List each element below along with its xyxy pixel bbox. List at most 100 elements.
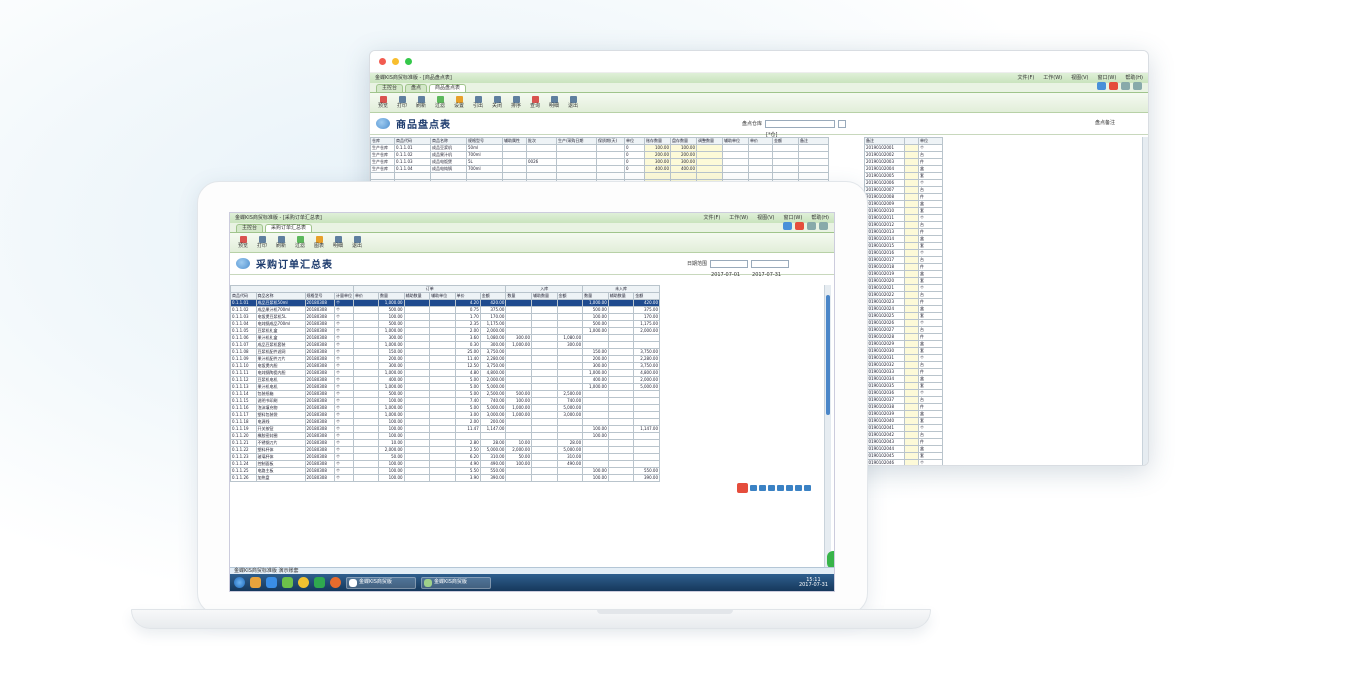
toolbar-button[interactable]: 退出 — [350, 236, 364, 249]
toolbar-button[interactable]: 图表 — [312, 236, 326, 249]
table-row[interactable]: 20190102017 台 — [864, 256, 943, 264]
table-row[interactable]: 20190102044 盒 — [864, 445, 943, 453]
table-row[interactable]: 0.1.1.12 豆浆机电机 20180308 个 400.00 5.00 2,000.00… — [230, 376, 660, 384]
start-button-icon[interactable] — [234, 577, 245, 588]
date-from-input[interactable]: 2017-07-01 — [710, 260, 749, 278]
toolbar-button[interactable]: 预览 — [236, 236, 250, 249]
column-header[interactable]: 生产/采购日期 — [556, 137, 597, 145]
column-header[interactable]: 辅助数量 — [531, 292, 558, 300]
column-header[interactable]: 单位 — [918, 137, 943, 145]
table-row[interactable]: 20190102029 盒 — [864, 340, 943, 348]
column-header[interactable]: 规格型号 — [466, 137, 503, 145]
front-menu-item[interactable]: 工作(W) — [729, 215, 748, 221]
table-row[interactable]: 0.1.1.08 豆浆机配件滤网 20180308 个 150.00 25.00 3,750… — [230, 348, 660, 356]
table-row[interactable]: 20190102023 件 — [864, 298, 943, 306]
table-row[interactable]: 0.1.1.26 加热盘 20180308 个 100.00 3.90 390.00 100.… — [230, 474, 660, 482]
back-menu-item[interactable]: 窗口(W) — [1097, 75, 1116, 81]
column-header[interactable]: 辅助数量 — [607, 292, 635, 300]
toolbar-button[interactable]: 过滤 — [433, 96, 447, 109]
scroll-thumb[interactable] — [826, 295, 830, 415]
table-row[interactable]: 20190102016 个 — [864, 249, 943, 257]
table-row[interactable]: 20190102015 套 — [864, 242, 943, 250]
table-row[interactable]: 0.1.1.21 不锈钢刀片 20180308 个 10.00 2.80 28.00 10.0… — [230, 439, 660, 447]
table-row[interactable]: 0.1.1.05 豆浆机礼盒 20180308 个 1,000.00 2.00 2,000.… — [230, 327, 660, 335]
wrench-icon[interactable] — [804, 485, 811, 491]
column-header[interactable]: 辅助单位 — [722, 137, 749, 145]
column-header[interactable]: 数量 — [505, 292, 533, 300]
table-row[interactable]: 0.1.1.23 玻璃杯体 20180308 个 50.00 6.20 310.00 50.0… — [230, 453, 660, 461]
column-header[interactable]: 金额 — [479, 292, 507, 300]
table-row[interactable]: 20190102036 个 — [864, 389, 943, 397]
back-menu-item[interactable]: 文件(F) — [1018, 75, 1035, 81]
filter-input[interactable]: [*仓] — [765, 120, 836, 138]
column-header[interactable]: 辅助数量 — [403, 292, 431, 300]
column-header[interactable]: 金额 — [556, 292, 584, 300]
toolbar-button[interactable]: 排序 — [509, 96, 523, 109]
taskbar-app[interactable]: 金蝶KIS商贸版 — [421, 576, 491, 589]
chat-icon[interactable] — [750, 485, 757, 491]
help-icon[interactable] — [1097, 82, 1106, 90]
column-header[interactable]: 数量 — [377, 292, 405, 300]
back-tab[interactable]: 盘点 — [405, 84, 428, 92]
table-row[interactable]: 0.1.1.24 控制面板 20180308 个 100.00 4.90 490.00 100… — [230, 460, 660, 468]
close-dot-icon[interactable] — [379, 58, 386, 65]
table-row[interactable]: 20190102009 盒 — [864, 200, 943, 208]
table-row[interactable]: 0.1.1.13 果汁机电机 20180308 个 1,000.00 5.00 5,000.… — [230, 383, 660, 391]
table-row[interactable]: 20190102033 件 — [864, 368, 943, 376]
front-tab[interactable]: 主控台 — [236, 224, 264, 232]
settings-icon[interactable] — [1121, 82, 1130, 90]
table-row[interactable]: 20190102007 台 — [864, 186, 943, 194]
table-row[interactable]: 20190102011 个 — [864, 214, 943, 222]
minimize-dot-icon[interactable] — [392, 58, 399, 65]
back-menu-item[interactable]: 视图(V) — [1071, 75, 1088, 81]
table-row[interactable]: 20190102043 件 — [864, 438, 943, 446]
front-menu-item[interactable]: 帮助(H) — [811, 215, 829, 221]
back-menu-item[interactable]: 工作(W) — [1043, 75, 1062, 81]
table-row[interactable]: 20190102030 套 — [864, 347, 943, 355]
date-to-input[interactable]: 2017-07-31 — [751, 260, 790, 278]
table-row[interactable]: 20190102026 个 — [864, 319, 943, 327]
column-header[interactable]: 辅助单位 — [429, 292, 456, 300]
column-header[interactable]: 单价 — [353, 292, 379, 300]
taskbar-app[interactable]: 金蝶KIS商贸版 — [346, 576, 416, 589]
table-row[interactable]: 生产仓库 0.1.1.01 成品豆浆机 50ml 0 100.00 100.00 — [370, 144, 829, 152]
column-header[interactable]: 备注 — [798, 137, 829, 145]
column-header[interactable]: 单位 — [624, 137, 645, 145]
toolbar-button[interactable]: 引出 — [471, 96, 485, 109]
toolbar-button[interactable]: 查询 — [528, 96, 542, 109]
table-row[interactable]: 20190102014 盒 — [864, 235, 943, 243]
column-header[interactable]: 账存数量 — [644, 137, 671, 145]
taskbar-clock[interactable]: 15:11 2017-07-31 — [799, 577, 834, 588]
keyboard-icon[interactable] — [777, 485, 784, 491]
browser-icon[interactable] — [266, 577, 277, 588]
table-row[interactable]: 0.1.1.06 果汁机礼盒 20180308 个 300.00 3.60 1,080.00… — [230, 334, 660, 342]
toolbar-button[interactable]: 设置 — [452, 96, 466, 109]
table-row[interactable]: 20190102010 套 — [864, 207, 943, 215]
table-row[interactable]: 0.1.1.09 果汁机配件刀片 20180308 个 200.00 11.40 2,280… — [230, 355, 660, 363]
table-row[interactable]: 0.1.1.19 开关按钮 20180308 个 100.00 11.47 1,147.00… — [230, 425, 660, 433]
grid-icon[interactable] — [786, 485, 793, 491]
back-scrollbar[interactable] — [1142, 137, 1148, 465]
table-row[interactable]: 20190102028 件 — [864, 333, 943, 341]
column-header[interactable]: 商品名称 — [430, 137, 467, 145]
column-header[interactable]: 仓库 — [370, 137, 395, 145]
table-row[interactable]: 0.1.1.15 说明书印刷 20180308 个 100.00 7.40 740.00 10… — [230, 397, 660, 405]
table-row[interactable]: 20190102001 个 — [864, 144, 943, 152]
chrome-icon[interactable] — [298, 577, 309, 588]
settings-icon[interactable] — [807, 222, 816, 230]
column-header[interactable]: 商品名称 — [255, 292, 306, 300]
table-row[interactable]: 生产仓库 0.1.1.02 成品果汁机 700ml 0 200.00 200.00 — [370, 151, 829, 159]
table-row[interactable]: 20190102035 套 — [864, 382, 943, 390]
table-row[interactable]: 0.1.1.17 塑料包装袋 20180308 个 1,000.00 3.00 3,000.… — [230, 411, 660, 419]
table-row[interactable]: 20190102008 件 — [864, 193, 943, 201]
front-tab-active[interactable]: 采购订单汇总表 — [265, 224, 313, 232]
table-row[interactable]: 20190102019 盒 — [864, 270, 943, 278]
table-row[interactable]: 20190102034 盒 — [864, 375, 943, 383]
shirt-icon[interactable] — [795, 485, 802, 491]
user-icon[interactable] — [819, 222, 828, 230]
back-menu-item[interactable]: 帮助(H) — [1125, 75, 1143, 81]
column-header[interactable]: 单价 — [748, 137, 773, 145]
table-row[interactable]: 0.1.1.03 电饭煲豆浆机5L 20180308 个 100.00 1.70 170.0… — [230, 313, 660, 321]
back-tab-active[interactable]: 商品盘点表 — [429, 84, 467, 92]
table-row[interactable]: 0.1.1.04 电炖锅成品700ml 20180308 个 500.00 2.35 1,1… — [230, 320, 660, 328]
